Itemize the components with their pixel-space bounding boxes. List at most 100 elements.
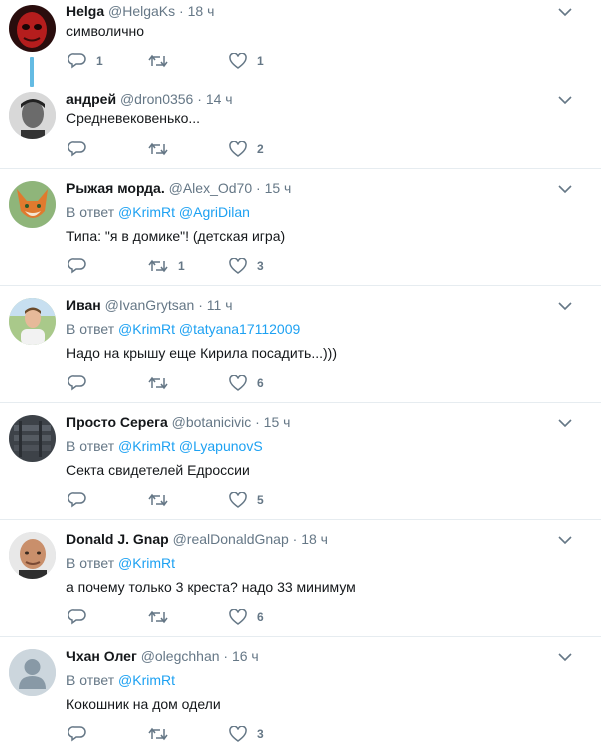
display-name[interactable]: Иван	[66, 297, 101, 313]
timestamp[interactable]: 18 ч	[301, 531, 328, 547]
handle[interactable]: @HelgaKs	[108, 3, 175, 19]
retweet-icon	[148, 54, 168, 68]
chevron-down-icon[interactable]	[558, 652, 572, 662]
like-button[interactable]: 6	[229, 374, 264, 392]
tweet-header: андрей @dron0356 · 14 ч	[66, 90, 233, 108]
like-button[interactable]: 3	[229, 725, 264, 743]
handle[interactable]: @botanicivic	[172, 414, 252, 430]
tweet-text: а почему только 3 креста? надо 33 миниму…	[66, 579, 356, 595]
timestamp[interactable]: 11 ч	[207, 297, 233, 313]
reply-button[interactable]	[68, 725, 96, 743]
heart-icon	[229, 492, 247, 508]
man-portrait-avatar-icon	[9, 92, 56, 139]
chevron-down-icon[interactable]	[558, 301, 572, 311]
like-button[interactable]: 6	[229, 608, 264, 626]
chevron-down-icon[interactable]	[558, 418, 572, 428]
reply-button[interactable]: 1	[68, 52, 103, 70]
retweet-icon	[148, 142, 168, 156]
fox-avatar-icon	[9, 181, 56, 228]
like-button[interactable]: 2	[229, 140, 264, 158]
display-name[interactable]: Helga	[66, 3, 104, 19]
handle[interactable]: @IvanGrytsan	[105, 297, 195, 313]
timestamp[interactable]: 15 ч	[264, 414, 291, 430]
mention-link[interactable]: @KrimRt	[118, 438, 175, 454]
bald-man-avatar-icon	[9, 532, 56, 579]
retweet-icon	[148, 376, 168, 390]
like-count: 6	[257, 610, 264, 624]
display-name[interactable]: Рыжая морда.	[66, 180, 165, 196]
reply-button[interactable]	[68, 257, 96, 275]
mention-link[interactable]: @KrimRt	[118, 204, 175, 220]
display-name[interactable]: Donald J. Gnap	[66, 531, 169, 547]
like-count: 6	[257, 376, 264, 390]
like-button[interactable]: 3	[229, 257, 264, 275]
mention-link[interactable]: @KrimRt	[118, 672, 175, 688]
red-mask-avatar-icon	[9, 5, 56, 52]
retweet-button[interactable]	[148, 52, 178, 70]
avatar[interactable]	[9, 532, 56, 579]
reply-count: 1	[96, 54, 103, 68]
retweet-button[interactable]: 1	[148, 257, 185, 275]
timestamp[interactable]: 14 ч	[206, 91, 233, 107]
tweet-header: Просто Серега @botanicivic · 15 ч	[66, 413, 290, 431]
retweet-button[interactable]	[148, 608, 178, 626]
like-count: 2	[257, 142, 264, 156]
display-name[interactable]: Чхан Олег	[66, 648, 137, 664]
retweet-count: 1	[178, 259, 185, 273]
display-name[interactable]: андрей	[66, 91, 116, 107]
avatar[interactable]	[9, 92, 56, 139]
retweet-icon	[148, 259, 168, 273]
handle[interactable]: @olegchhan	[141, 648, 220, 664]
retweet-button[interactable]	[148, 491, 178, 509]
avatar[interactable]	[9, 181, 56, 228]
mention-link[interactable]: @AgriDilan	[179, 204, 250, 220]
reply-button[interactable]	[68, 491, 96, 509]
reply-icon	[68, 375, 86, 391]
like-button[interactable]: 1	[229, 52, 264, 70]
chevron-down-icon[interactable]	[558, 535, 572, 545]
reply-label: В ответ	[66, 204, 115, 220]
timestamp[interactable]: 18 ч	[188, 3, 215, 19]
tweet: Чхан Олег @olegchhan · 16 ч В ответ @Kri…	[0, 636, 601, 746]
reply-button[interactable]	[68, 608, 96, 626]
mention-link[interactable]: @tatyana17112009	[179, 321, 300, 337]
like-button[interactable]: 5	[229, 491, 264, 509]
tweet-text: символично	[66, 23, 145, 39]
retweet-button[interactable]	[148, 725, 178, 743]
avatar[interactable]	[9, 415, 56, 462]
handle[interactable]: @Alex_Od70	[169, 180, 252, 196]
timestamp[interactable]: 16 ч	[232, 648, 259, 664]
tweet-header: Чхан Олег @olegchhan · 16 ч	[66, 647, 259, 665]
reply-button[interactable]	[68, 140, 96, 158]
retweet-button[interactable]	[148, 140, 178, 158]
chevron-down-icon[interactable]	[558, 184, 572, 194]
avatar[interactable]	[9, 5, 56, 52]
mention-link[interactable]: @KrimRt	[118, 555, 175, 571]
mention-link[interactable]: @KrimRt	[118, 321, 175, 337]
retweet-button[interactable]	[148, 374, 178, 392]
chevron-down-icon[interactable]	[558, 7, 572, 17]
display-name[interactable]: Просто Серега	[66, 414, 168, 430]
heart-icon	[229, 53, 247, 69]
tweet: андрей @dron0356 · 14 ч Средневековенько…	[0, 84, 601, 168]
reply-context: В ответ @KrimRt @tatyana17112009	[66, 320, 300, 338]
heart-icon	[229, 609, 247, 625]
tweet: Helga @HelgaKs · 18 ч символично 1 1	[0, 0, 601, 87]
handle[interactable]: @dron0356	[120, 91, 193, 107]
reply-label: В ответ	[66, 672, 115, 688]
retweet-icon	[148, 727, 168, 741]
avatar[interactable]	[9, 649, 56, 696]
tweet-text: Средневековенько...	[66, 110, 201, 126]
tweet-header: Donald J. Gnap @realDonaldGnap · 18 ч	[66, 530, 328, 548]
reply-label: В ответ	[66, 321, 115, 337]
tweet-text: Кокошник на дом одели	[66, 696, 221, 712]
avatar[interactable]	[9, 298, 56, 345]
separator-dot: ·	[198, 297, 203, 313]
reply-icon	[68, 141, 86, 157]
tweet-text: Надо на крышу еще Кирила посадить...)))	[66, 345, 337, 361]
timestamp[interactable]: 15 ч	[265, 180, 292, 196]
handle[interactable]: @realDonaldGnap	[173, 531, 289, 547]
reply-button[interactable]	[68, 374, 96, 392]
chevron-down-icon[interactable]	[558, 95, 572, 105]
mention-link[interactable]: @LyapunovS	[179, 438, 263, 454]
